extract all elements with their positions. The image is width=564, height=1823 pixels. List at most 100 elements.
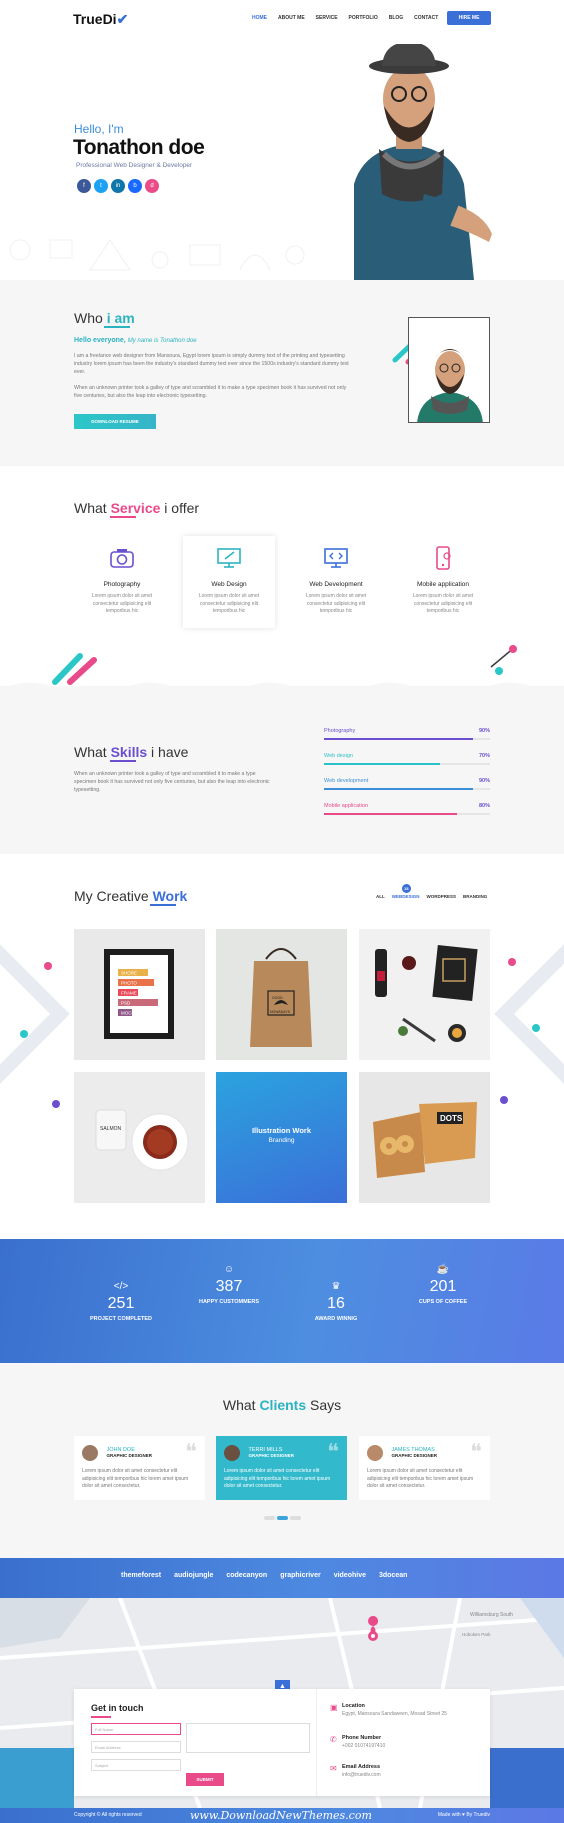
submit-button[interactable]: SUBMIT xyxy=(186,1773,224,1786)
carousel-dot[interactable] xyxy=(264,1516,275,1520)
nav-about[interactable]: ABOUT ME xyxy=(278,15,305,21)
nav-service[interactable]: SERVICE xyxy=(316,15,338,21)
filter-webdesign[interactable]: 15 WEBDESIGN xyxy=(392,884,420,899)
hero-portrait xyxy=(354,44,492,280)
subject-input[interactable]: Subject xyxy=(91,1759,181,1771)
carousel-dot[interactable] xyxy=(290,1516,301,1520)
service-desc: Lorem ipsum dolor sit amet consectetur a… xyxy=(412,593,474,614)
nav-blog[interactable]: BLOG xyxy=(389,15,403,21)
svg-text:PHOTO: PHOTO xyxy=(121,981,137,986)
portfolio-item-frame[interactable]: SHORE PHOTO FRAME PSD MOCKUP xyxy=(74,929,205,1060)
hero-greeting: Hello, I'm xyxy=(74,122,124,136)
doodle-background xyxy=(9,239,305,271)
contact-card: Get in touch Full Name Email Address Sub… xyxy=(74,1689,490,1796)
brand-codecanyon[interactable]: codecanyon xyxy=(226,1572,267,1579)
stat-label: PROJECT COMPLETED xyxy=(89,1316,153,1322)
portfolio-item-branding[interactable] xyxy=(359,929,490,1060)
overlay-title: Illustration Work xyxy=(251,1126,312,1135)
portfolio-item-illustration[interactable]: Illustration Work Branding xyxy=(216,1072,347,1203)
monitor-pen-icon xyxy=(217,548,241,568)
brand-graphicriver[interactable]: graphicriver xyxy=(280,1572,320,1579)
linkedin-icon[interactable]: in xyxy=(111,179,125,193)
stat-label: HAPPY CUSTOMMERS xyxy=(198,1299,259,1305)
hire-me-button[interactable]: HIRE ME xyxy=(447,11,491,25)
download-resume-button[interactable]: DOWNLOAD RESUME xyxy=(74,414,156,429)
service-card-mobile[interactable]: Mobile application Lorem ipsum dolor sit… xyxy=(397,536,489,628)
about-title: Who i am xyxy=(74,310,135,328)
stat-number: 387 xyxy=(215,1278,243,1295)
brand-videohive[interactable]: videohive xyxy=(334,1572,366,1579)
service-card-web-design[interactable]: Web Design Lorem ipsum dolor sit amet co… xyxy=(183,536,275,628)
service-desc: Lorem ipsum dolor sit amet consectetur a… xyxy=(91,593,153,614)
testimonials-section: What Clients Says ❝ JOHN DOE GRAPHIC DES… xyxy=(0,1363,564,1558)
avatar xyxy=(224,1444,240,1461)
message-textarea[interactable] xyxy=(186,1723,310,1753)
brand-3docean[interactable]: 3docean xyxy=(379,1572,407,1579)
title-underline xyxy=(110,516,136,518)
portfolio-filters: ALL 15 WEBDESIGN WORDPRESS BRANDING xyxy=(376,884,487,899)
contact-phone: ✆ Phone Number +002 01074197410 xyxy=(330,1735,386,1749)
brand-audiojungle[interactable]: audiojungle xyxy=(174,1572,213,1579)
stat-awards: ♛ 16 AWARD WINNIG xyxy=(281,1281,391,1322)
nav-home[interactable]: HOME xyxy=(252,15,267,21)
dribbble-icon[interactable]: d xyxy=(145,179,159,193)
nav-links: HOME ABOUT ME SERVICE PORTFOLIO BLOG CON… xyxy=(252,15,438,21)
title-underline xyxy=(110,760,136,762)
portfolio-item-dots[interactable]: DOTS xyxy=(359,1072,490,1203)
map-contact-section: Williamsburg South Hoboken Park ▲ Get in… xyxy=(0,1598,564,1808)
service-card-web-development[interactable]: Web Development Lorem ipsum dolor sit am… xyxy=(290,536,382,628)
skill-bar-web-design: Web design 70% xyxy=(324,753,490,765)
footer: Copyright © All rights reserved www.Down… xyxy=(0,1808,564,1823)
logo[interactable]: TrueDi✔ xyxy=(73,11,128,28)
services-title: What Service i offer xyxy=(74,500,200,518)
about-hello: Hello everyone, My name is Tonathon doe xyxy=(74,337,197,344)
social-links: f t in b d xyxy=(77,179,159,193)
portfolio-section: My Creative Work ALL 15 WEBDESIGN WORDPRE… xyxy=(0,854,564,1239)
svg-text:Williamsburg South: Williamsburg South xyxy=(470,1612,513,1618)
nav-portfolio[interactable]: PORTFOLIO xyxy=(349,15,378,21)
stat-number: 16 xyxy=(327,1295,345,1312)
copyright: Copyright © All rights reserved xyxy=(74,1812,142,1818)
stat-projects: </> 251 PROJECT COMPLETED xyxy=(66,1281,176,1322)
carousel-dot-active[interactable] xyxy=(277,1516,288,1520)
title-underline xyxy=(91,1716,111,1718)
service-card-photography[interactable]: Photography Lorem ipsum dolor sit amet c… xyxy=(76,536,168,628)
camera-icon xyxy=(110,549,134,568)
nav-contact[interactable]: CONTACT xyxy=(414,15,438,21)
svg-text:NOWADAYS: NOWADAYS xyxy=(270,1010,291,1014)
hero-section: Hello, I'm Tonathon doe Professional Web… xyxy=(0,40,564,280)
skill-bar-photography: Photography 90% xyxy=(324,728,490,740)
behance-icon[interactable]: b xyxy=(128,179,142,193)
portfolio-item-bag[interactable]: GOOD NOWADAYS xyxy=(216,929,347,1060)
location-icon: ▣ xyxy=(330,1703,338,1712)
mobile-icon xyxy=(436,546,451,570)
check-icon: ✔ xyxy=(116,11,129,27)
paper-bag-image: GOOD NOWADAYS xyxy=(250,948,312,1047)
brand-themeforest[interactable]: themeforest xyxy=(121,1572,161,1579)
svg-text:SALMON: SALMON xyxy=(100,1126,122,1132)
brand-logos: themeforest audiojungle codecanyon graph… xyxy=(121,1572,407,1579)
svg-text:PSD: PSD xyxy=(121,1001,131,1006)
svg-text:FRAME: FRAME xyxy=(121,991,137,996)
filter-all[interactable]: ALL xyxy=(376,894,385,899)
service-desc: Lorem ipsum dolor sit amet consectetur a… xyxy=(198,593,260,614)
carousel-dots xyxy=(264,1516,301,1520)
testimonial-text: Lorem ipsum dolor sit amet consectetur e… xyxy=(224,1468,331,1489)
filter-wordpress[interactable]: WORDPRESS xyxy=(427,894,457,899)
svg-text:GOOD: GOOD xyxy=(272,996,283,1000)
email-input[interactable]: Email Address xyxy=(91,1741,181,1753)
filter-branding[interactable]: BRANDING xyxy=(463,894,487,899)
title-underline xyxy=(150,904,176,906)
service-title: Web Design xyxy=(211,581,247,588)
twitter-icon[interactable]: t xyxy=(94,179,108,193)
quote-icon: ❝ xyxy=(185,1440,197,1465)
name-input[interactable]: Full Name xyxy=(91,1723,181,1735)
svg-text:SHORE: SHORE xyxy=(121,971,137,976)
facebook-icon[interactable]: f xyxy=(77,179,91,193)
testimonial-text: Lorem ipsum dolor sit amet consectetur e… xyxy=(367,1468,474,1489)
made-with: Made with ♥ By Truediv xyxy=(437,1812,490,1818)
skill-bar-mobile: Mobile application 80% xyxy=(324,803,490,815)
divider xyxy=(316,1689,317,1796)
portfolio-item-salmon[interactable]: SALMON xyxy=(74,1072,205,1203)
overlay-subtitle: Branding xyxy=(268,1137,295,1144)
